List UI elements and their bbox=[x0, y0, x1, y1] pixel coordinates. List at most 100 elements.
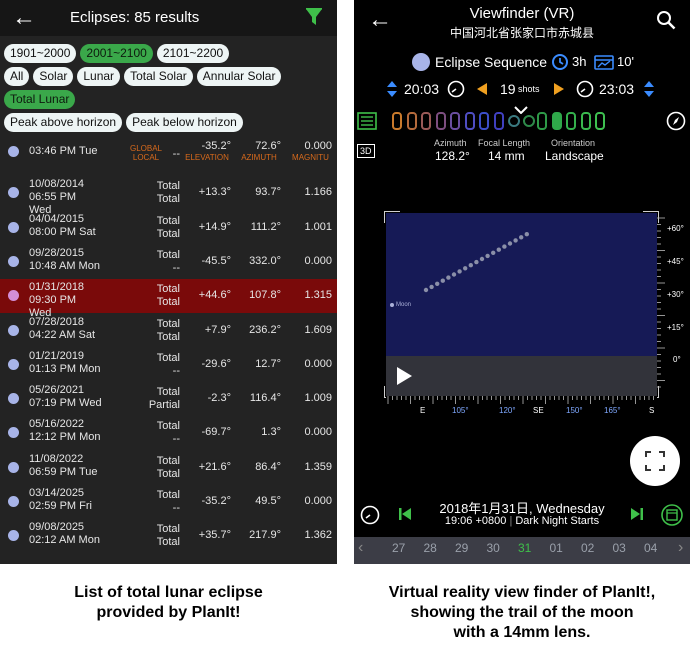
local-type: -- bbox=[172, 433, 180, 445]
global-local-type: Total Total bbox=[136, 318, 180, 344]
scroll-right-icon[interactable]: › bbox=[678, 539, 683, 557]
fullscreen-button[interactable] bbox=[630, 436, 680, 486]
chip-1901-2000[interactable]: 1901~2000 bbox=[4, 44, 77, 63]
altitude-label: 0° bbox=[673, 355, 681, 364]
date-line: 05/16/2022 bbox=[29, 418, 85, 430]
day-item[interactable]: 27 bbox=[392, 541, 405, 555]
start-time[interactable]: 20:03 bbox=[404, 81, 439, 97]
global-type: Total bbox=[156, 318, 180, 330]
phase-swatch[interactable] bbox=[493, 112, 504, 130]
phase-swatch[interactable] bbox=[421, 112, 431, 130]
magnitude-value: 0.000 bbox=[304, 255, 332, 267]
eclipse-datetime: 05/26/2021 07:19 PM Wed bbox=[29, 384, 102, 410]
table-row[interactable]: 05/16/2022 12:12 PM Mon Total -- -69.7° 1.3° 0… bbox=[0, 416, 337, 450]
table-row[interactable]: 10/08/2014 06:55 PM Wed Total Total +13.3° 93.… bbox=[0, 176, 337, 216]
phase-swatch[interactable] bbox=[392, 112, 402, 130]
chip-all[interactable]: All bbox=[4, 67, 30, 86]
phase-swatch[interactable] bbox=[551, 112, 562, 130]
day-item[interactable]: 04 bbox=[644, 541, 657, 555]
table-row[interactable]: 09/28/2015 10:48 AM Mon Total -- -45.5° 332.0… bbox=[0, 245, 337, 279]
search-icon[interactable] bbox=[656, 10, 676, 30]
play-icon[interactable] bbox=[394, 366, 414, 386]
azimuth-ruler[interactable]: E 105° 120° SE 150° 165° S bbox=[386, 396, 657, 420]
chip-peak-below-horizon[interactable]: Peak below horizon bbox=[126, 113, 243, 132]
phase-swatch[interactable] bbox=[450, 112, 460, 130]
phase-swatch[interactable] bbox=[595, 112, 605, 130]
eclipse-type-dot bbox=[8, 462, 19, 473]
compass-icon[interactable] bbox=[666, 111, 686, 131]
global-local-type: Total -- bbox=[136, 489, 180, 515]
day-item[interactable]: 03 bbox=[613, 541, 626, 555]
elevation-value: -2.3° bbox=[207, 392, 231, 404]
previous-arrow-icon[interactable] bbox=[476, 82, 488, 96]
caption-line: provided by PlanIt! bbox=[96, 604, 241, 621]
scroll-left-icon[interactable]: ‹ bbox=[358, 539, 363, 557]
phase-swatch[interactable] bbox=[522, 115, 535, 127]
local-type: Total bbox=[156, 536, 180, 548]
focal-length-value[interactable]: 14 mm bbox=[488, 149, 525, 163]
back-arrow-icon[interactable]: ← bbox=[12, 4, 36, 32]
magnitude-value: 1.001 bbox=[304, 221, 332, 233]
table-row[interactable]: 03/14/2025 02:59 PM Fri Total -- -35.2° 49.5°… bbox=[0, 485, 337, 519]
local-type: -- bbox=[172, 262, 180, 274]
col-elevation: ELEVATION bbox=[185, 153, 229, 162]
day-item[interactable]: 01 bbox=[550, 541, 563, 555]
ruler-label: E bbox=[420, 406, 426, 415]
end-time[interactable]: 23:03 bbox=[599, 81, 634, 97]
day-item[interactable]: 31 bbox=[518, 541, 531, 555]
table-row[interactable]: 07/28/2018 04:22 AM Sat Total Total +7.9° 236… bbox=[0, 314, 337, 348]
magnitude-value: 1.315 bbox=[304, 289, 332, 301]
date-line: 04:22 AM Sat bbox=[29, 329, 96, 341]
table-row[interactable]: 01/31/2018 09:30 PM Wed Total Total +44.6° 107… bbox=[0, 279, 337, 319]
chip-2101-2200[interactable]: 2101~2200 bbox=[156, 44, 230, 63]
orientation-value[interactable]: Landscape bbox=[545, 149, 604, 163]
eclipse-type-dot bbox=[8, 496, 19, 507]
chip-solar[interactable]: Solar bbox=[33, 67, 74, 86]
phase-swatch[interactable] bbox=[464, 112, 475, 130]
chip-annular-solar[interactable]: Annular Solar bbox=[196, 67, 282, 86]
day-item[interactable]: 30 bbox=[487, 541, 500, 555]
next-arrow-icon[interactable] bbox=[553, 82, 565, 96]
day-item[interactable]: 02 bbox=[581, 541, 594, 555]
list-icon[interactable] bbox=[357, 112, 377, 130]
eclipse-datetime: 09/28/2015 10:48 AM Mon bbox=[29, 247, 100, 273]
3d-toggle[interactable]: 3D bbox=[357, 144, 375, 158]
phase-swatch[interactable] bbox=[406, 112, 417, 130]
eclipse-type-dot bbox=[8, 187, 19, 198]
chip-lunar[interactable]: Lunar bbox=[77, 67, 121, 86]
global-type: Total bbox=[156, 489, 180, 501]
chip-total-solar[interactable]: Total Solar bbox=[124, 67, 193, 86]
elevation-value: +13.3° bbox=[198, 186, 231, 198]
elevation-value: +21.6° bbox=[198, 461, 231, 473]
duration-icon[interactable] bbox=[594, 53, 614, 71]
table-row[interactable]: 05/26/2021 07:19 PM Wed Total Partial -2.3° 1… bbox=[0, 382, 337, 416]
calendar-icon[interactable] bbox=[661, 504, 683, 526]
chip-peak-above-horizon[interactable]: Peak above horizon bbox=[4, 113, 123, 132]
caption-line: showing the trail of the moon bbox=[410, 604, 634, 621]
table-row[interactable]: 04/04/2015 08:00 PM Sat Total Total +14.9° 11… bbox=[0, 211, 337, 245]
filter-chips: 1901~2000 2001~2100 2101~2200 All Solar … bbox=[0, 36, 337, 132]
day-selector[interactable]: ‹ › 27 28 29 30 31 01 02 03 04 bbox=[354, 537, 690, 564]
table-row[interactable]: 01/21/2019 01:13 PM Mon Total -- -29.6° 12.7°… bbox=[0, 348, 337, 382]
skip-forward-icon[interactable] bbox=[630, 507, 644, 521]
phase-swatch[interactable] bbox=[580, 112, 591, 130]
phase-swatch[interactable] bbox=[508, 115, 520, 127]
phase-swatch[interactable] bbox=[479, 112, 489, 130]
chip-2001-2100[interactable]: 2001~2100 bbox=[80, 44, 153, 63]
azimuth-value: 217.9° bbox=[249, 529, 281, 541]
chip-total-lunar[interactable]: Total Lunar bbox=[4, 90, 76, 109]
eclipse-datetime: 05/16/2022 12:12 PM Mon bbox=[29, 418, 101, 444]
filter-icon[interactable] bbox=[305, 7, 323, 27]
azimuth-value: 86.4° bbox=[255, 461, 281, 473]
table-row[interactable]: 11/08/2022 06:59 PM Tue Total Total +21.6° 86… bbox=[0, 451, 337, 485]
day-item[interactable]: 29 bbox=[455, 541, 468, 555]
interval-timer-icon[interactable] bbox=[551, 53, 569, 71]
phase-swatch[interactable] bbox=[566, 112, 576, 130]
end-stepper-icon[interactable] bbox=[643, 80, 655, 98]
sequence-label[interactable]: Eclipse Sequence bbox=[435, 54, 547, 70]
phase-swatch[interactable] bbox=[435, 112, 446, 130]
phase-swatch[interactable] bbox=[537, 112, 547, 130]
table-row[interactable]: 09/08/2025 02:12 AM Mon Total Total +35.7° 21… bbox=[0, 519, 337, 553]
day-item[interactable]: 28 bbox=[424, 541, 437, 555]
start-stepper-icon[interactable] bbox=[386, 80, 398, 98]
